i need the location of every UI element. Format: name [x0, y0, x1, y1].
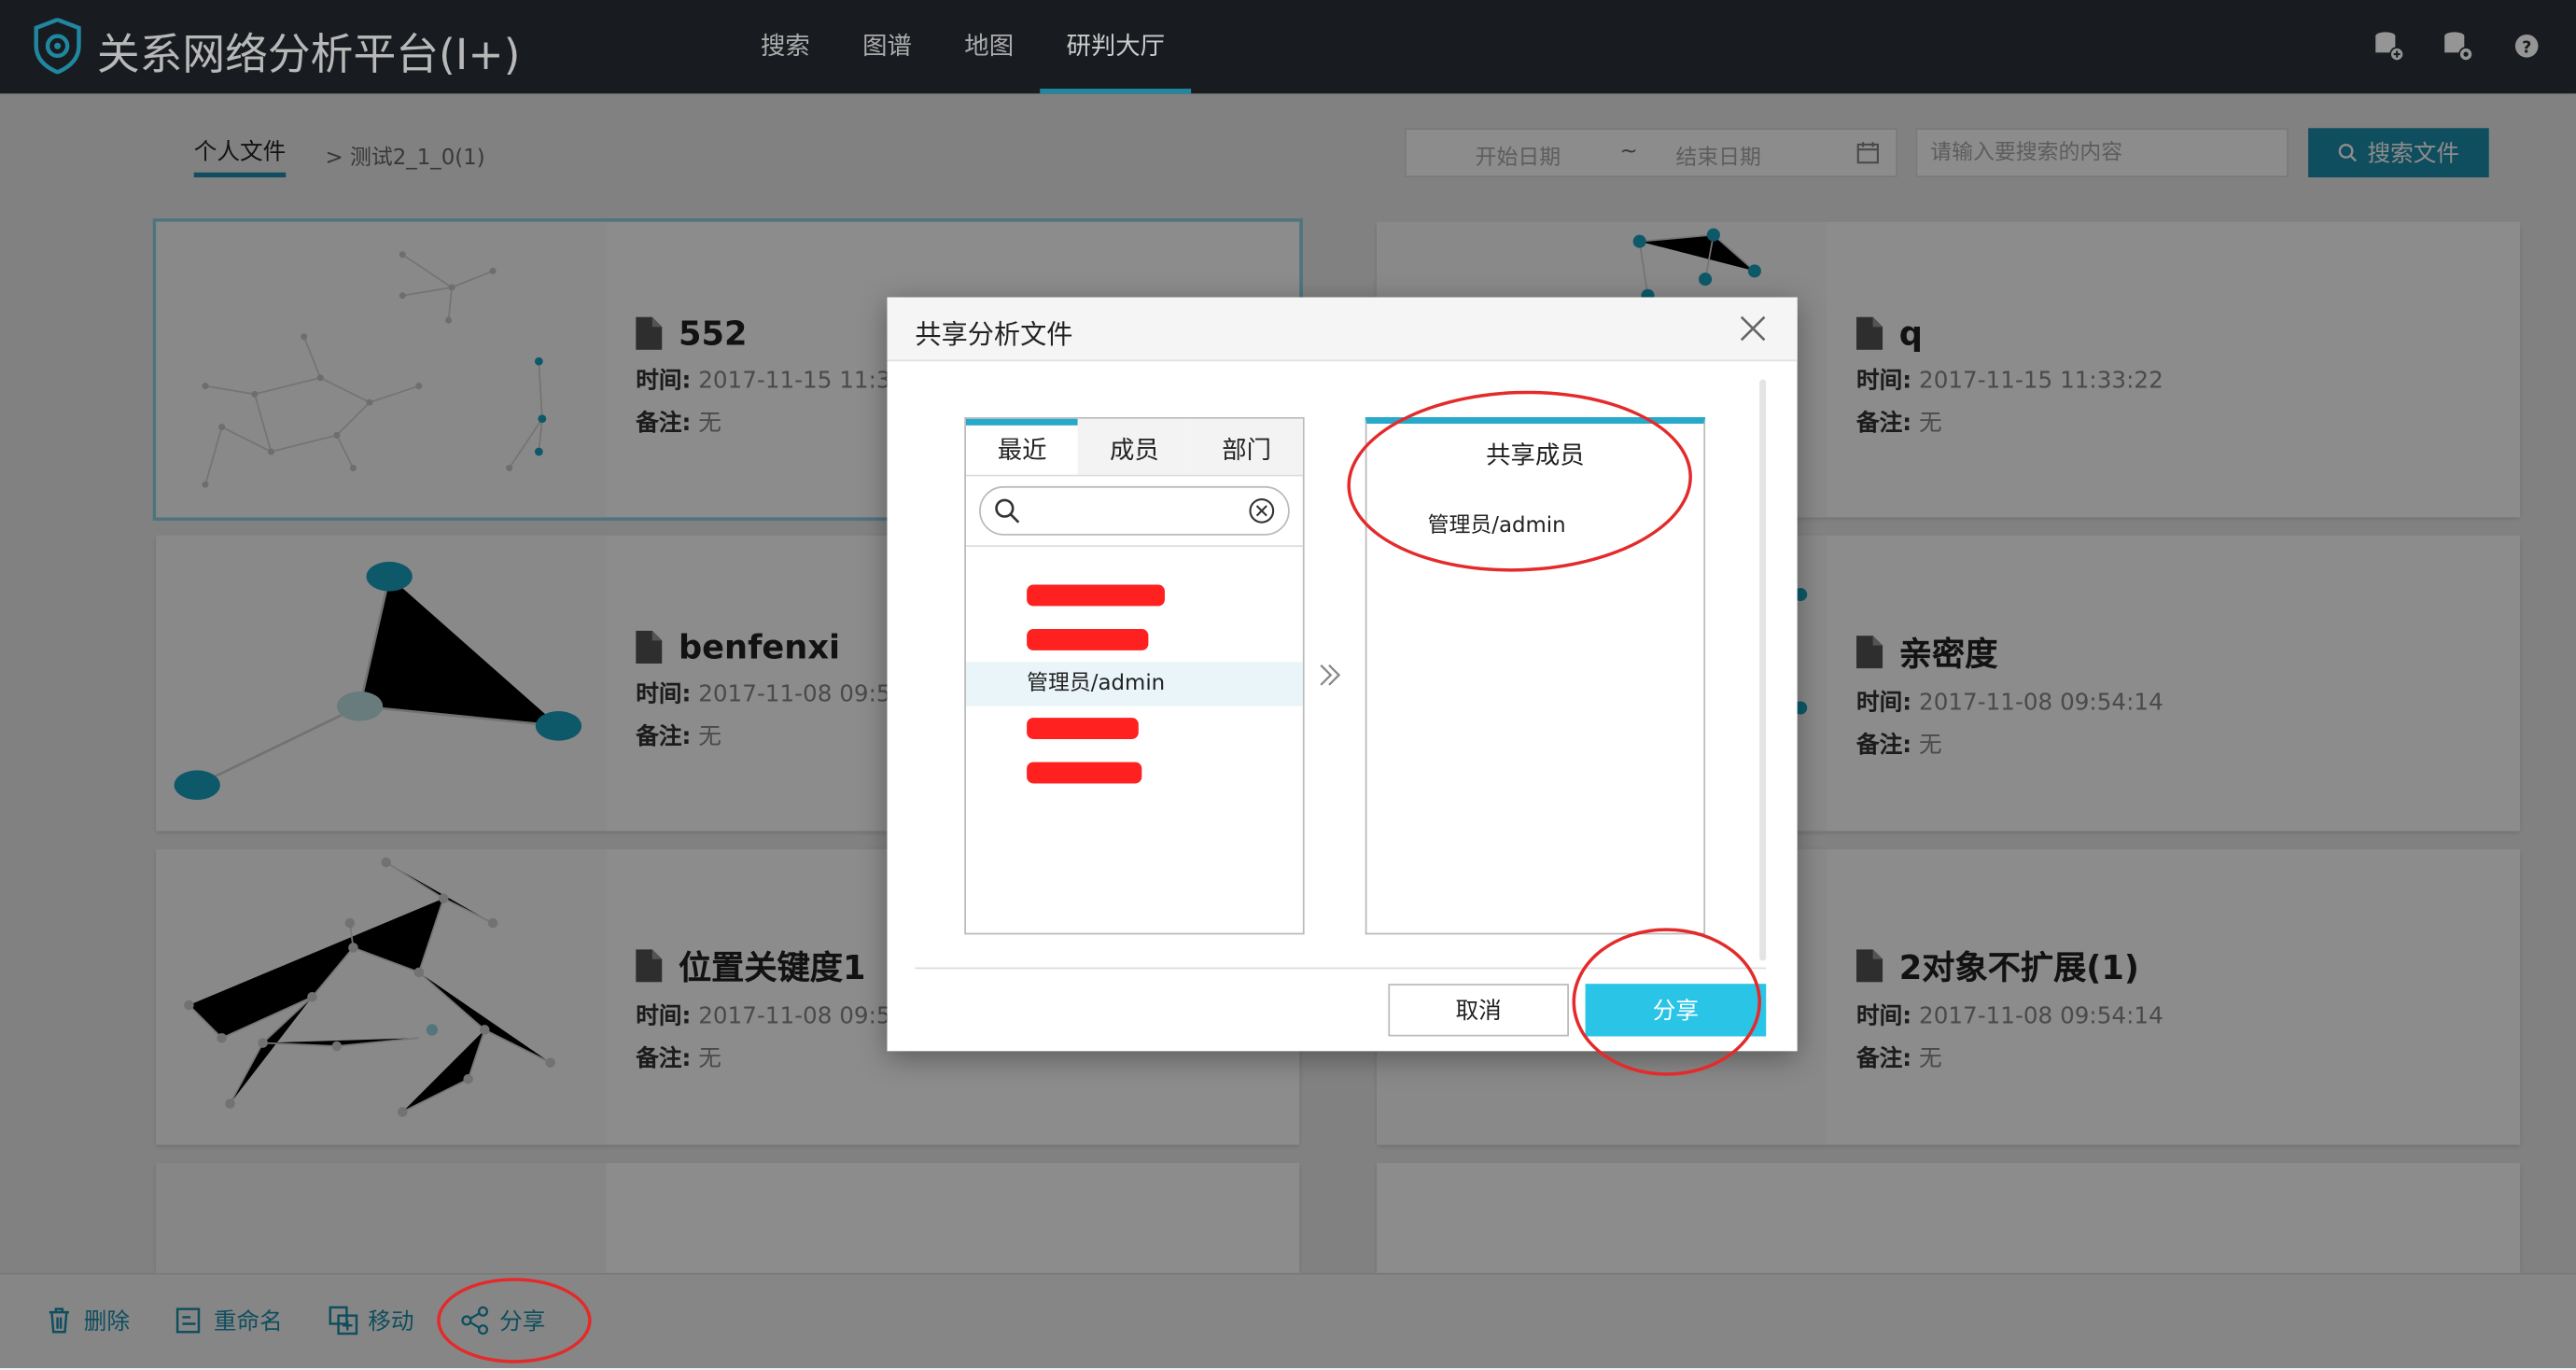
- double-chevron-right-icon[interactable]: [1318, 662, 1344, 688]
- close-icon[interactable]: [1738, 314, 1768, 343]
- cancel-button[interactable]: 取消: [1388, 984, 1569, 1037]
- header-dim-overlay: [0, 0, 2576, 94]
- dialog-title: 共享分析文件: [915, 318, 1073, 350]
- list-item[interactable]: [966, 750, 1303, 795]
- redacted-name: [1027, 718, 1139, 739]
- redacted-name: [1027, 584, 1165, 607]
- list-item[interactable]: [966, 706, 1303, 751]
- dialog-header: 共享分析文件: [887, 297, 1798, 362]
- clear-icon[interactable]: [1249, 497, 1275, 524]
- tab-recent[interactable]: 最近: [965, 418, 1079, 475]
- tab-departments[interactable]: 部门: [1190, 418, 1303, 475]
- member-list: 管理员/admin: [965, 573, 1303, 795]
- redacted-name: [1027, 762, 1142, 784]
- dialog-scrollbar[interactable]: [1759, 379, 1767, 961]
- list-item[interactable]: [966, 618, 1303, 663]
- redacted-name: [1027, 629, 1149, 650]
- list-item[interactable]: [966, 573, 1303, 618]
- list-item-admin[interactable]: 管理员/admin: [965, 662, 1303, 706]
- annotation-circle-share-button: [1572, 928, 1761, 1076]
- search-icon: [995, 498, 1020, 524]
- annotation-circle-share-toolbar: [437, 1278, 592, 1363]
- tab-members[interactable]: 成员: [1078, 418, 1191, 475]
- member-tabs: 最近 成员 部门: [965, 418, 1303, 477]
- member-picker-panel: 最近 成员 部门 管理员/admin: [964, 417, 1305, 935]
- member-search-input[interactable]: [979, 485, 1290, 536]
